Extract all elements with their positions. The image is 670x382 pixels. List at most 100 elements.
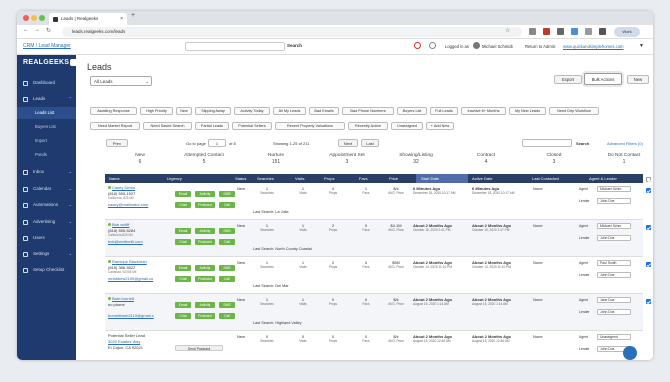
filter-chip[interactable]: Unassigned	[391, 122, 423, 130]
chat-button[interactable]: Chat	[175, 202, 191, 208]
select-all-checkbox[interactable]	[646, 177, 651, 182]
activity-button[interactable]: Activity	[195, 265, 215, 271]
col-searches[interactable]: Searches	[257, 174, 274, 183]
stat-closed[interactable]: Closed 3	[518, 153, 590, 165]
lead-email[interactable]: casey@mailinator.com	[108, 202, 148, 207]
stat-nurture[interactable]: Nurture 151	[240, 153, 312, 165]
chat-button[interactable]: Chat	[175, 276, 191, 282]
col-status[interactable]: Status	[235, 174, 246, 183]
sidebar-item-leads[interactable]: Leads ⌃	[17, 93, 76, 105]
address-text[interactable]: 3025 Estates Way	[108, 339, 140, 344]
agent-select[interactable]: Jane Doe	[597, 297, 631, 303]
sidebar-sub-import[interactable]: Import	[17, 135, 76, 147]
filter-chip[interactable]: Partial Leads	[195, 122, 229, 130]
global-search-button[interactable]: Search	[287, 43, 302, 48]
email-button[interactable]: Email	[175, 191, 191, 197]
filter-chip[interactable]: Need Market Report	[90, 122, 140, 130]
add-filter-chip[interactable]: + Add New	[426, 122, 454, 130]
new-tab-icon[interactable]: +	[131, 12, 135, 19]
page-number-input[interactable]: 1	[208, 139, 226, 147]
filter-chip[interactable]: Slipping Away	[195, 107, 231, 115]
star-icon[interactable]: ☆	[505, 27, 512, 34]
lead-name-link[interactable]: Ramique Blackman	[108, 259, 147, 264]
lead-name[interactable]: Casey Demo	[112, 185, 135, 190]
sidebar-item-calendar[interactable]: Calendar ⌄	[17, 183, 76, 195]
sidebar-item-dashboard[interactable]: Dashboard	[17, 77, 76, 89]
puzzle-icon[interactable]	[585, 28, 592, 35]
chat-button[interactable]: Chat	[175, 313, 191, 319]
prev-page-button[interactable]: Prev	[106, 139, 128, 147]
filter-chip[interactable]: Bad Phone Numbers	[342, 107, 394, 115]
last-page-button[interactable]: Last	[361, 139, 379, 147]
row-checkbox[interactable]	[646, 299, 651, 304]
lead-email[interactable]: bob@wolfemill.com	[108, 239, 143, 244]
filter-chip[interactable]: Potential Sellers	[232, 122, 272, 130]
sidebar-item-advertising[interactable]: Advertising ⌄	[17, 216, 76, 228]
send-postcard-button[interactable]: Send Postcard	[175, 345, 223, 351]
stat-showing[interactable]: Showing/Listing 32	[380, 153, 452, 165]
agent-select[interactable]: Unassigned	[597, 334, 631, 340]
col-price[interactable]: Price	[389, 174, 398, 183]
notifications-icon[interactable]	[414, 42, 421, 49]
lead-name-link[interactable]: Barb burnett	[108, 296, 134, 301]
filter-chip[interactable]: Need Drip Workflow	[549, 107, 599, 115]
lead-name-link[interactable]: Casey Demo	[108, 185, 135, 190]
filter-chip[interactable]: My New Leads	[509, 107, 546, 115]
sidebar-sub-ponds[interactable]: Ponds	[17, 149, 76, 161]
sms-button[interactable]: SMS	[219, 191, 235, 197]
maximize-window-icon[interactable]	[39, 15, 45, 21]
browser-tab[interactable]: Leads | Realgeeks ×	[49, 13, 127, 25]
user-name[interactable]: Michael Schmidt	[482, 44, 513, 49]
export-button[interactable]: Export	[554, 75, 582, 84]
sidebar-icon[interactable]	[599, 28, 606, 35]
filter-chip[interactable]: Inactive 6+ Months	[461, 107, 506, 115]
table-row[interactable]: Ramique Blackman (818) 386-5522 Carlsbad, …	[105, 257, 643, 294]
filter-chip[interactable]: Buyers List	[397, 107, 427, 115]
activity-button[interactable]: Activity	[195, 302, 215, 308]
chat-button[interactable]: Chat	[175, 239, 191, 245]
chat-bubble-icon[interactable]	[623, 346, 637, 360]
lead-address-link[interactable]: 3025 Estates Way	[108, 339, 140, 344]
lead-name-link[interactable]: Bob wolfff	[108, 222, 129, 227]
sidebar-item-settings[interactable]: Settings ⌄	[17, 248, 76, 260]
lead-filter-select[interactable]: All Leads ⌄	[90, 76, 152, 86]
col-last-contacted[interactable]: Last Contacted	[532, 174, 559, 183]
lead-name[interactable]: Ramique Blackman	[112, 259, 147, 264]
lead-email[interactable]: mrlabbesi2100@gmail.co	[108, 276, 153, 281]
table-row[interactable]: Potential Seller Lead 3025 Estates Way El …	[105, 331, 643, 360]
col-start-date[interactable]: Start Date	[421, 174, 439, 183]
crm-link[interactable]: CRM / Lead Manager	[23, 43, 71, 49]
sidebar-sub-leads-list[interactable]: Leads List	[17, 107, 76, 119]
lender-select[interactable]: John Doe	[597, 235, 631, 241]
stat-do-not-contact[interactable]: Do Not Contact 1	[588, 153, 653, 165]
stat-new[interactable]: New 6	[104, 153, 176, 165]
global-search-input[interactable]	[185, 42, 285, 51]
agent-select[interactable]: Paul Smith	[597, 260, 631, 266]
lead-email-link[interactable]: burnettbarb2110@gmail.c	[108, 313, 154, 318]
lender-select[interactable]: John Doe	[597, 198, 631, 204]
call-button[interactable]: Call	[219, 276, 235, 282]
crm-link-text[interactable]: CRM / Lead Manager	[23, 43, 71, 49]
filter-chip[interactable]: High Priority	[140, 107, 173, 115]
bulk-actions-button[interactable]: Bulk Actions	[584, 73, 622, 85]
close-tab-icon[interactable]: ×	[120, 13, 123, 25]
extension-icon[interactable]	[529, 28, 536, 35]
extension-icon[interactable]	[557, 28, 564, 35]
table-row[interactable]: Bob wolfff (818) 555-5284 California 825 M…	[105, 220, 643, 257]
sidebar-item-users[interactable]: Users ⌄	[17, 232, 76, 244]
filter-chip[interactable]: Bad Emails	[309, 107, 339, 115]
col-props[interactable]: Props	[324, 174, 334, 183]
col-name[interactable]: Name	[109, 174, 120, 183]
lead-email-link[interactable]: bob@wolfemill.com	[108, 239, 143, 244]
lead-email-link[interactable]: casey@mailinator.com	[108, 202, 148, 207]
call-button[interactable]: Call	[219, 202, 235, 208]
lead-name[interactable]: Bob wolfff	[112, 222, 129, 227]
row-checkbox[interactable]	[646, 225, 651, 230]
new-lead-button[interactable]: New	[627, 75, 649, 84]
sms-button[interactable]: SMS	[219, 228, 235, 234]
back-icon[interactable]: ←	[23, 27, 29, 33]
forward-icon[interactable]: →	[34, 27, 40, 33]
sms-button[interactable]: SMS	[219, 302, 235, 308]
stat-contract[interactable]: Contract 4	[450, 153, 522, 165]
call-button[interactable]: Call	[219, 313, 235, 319]
